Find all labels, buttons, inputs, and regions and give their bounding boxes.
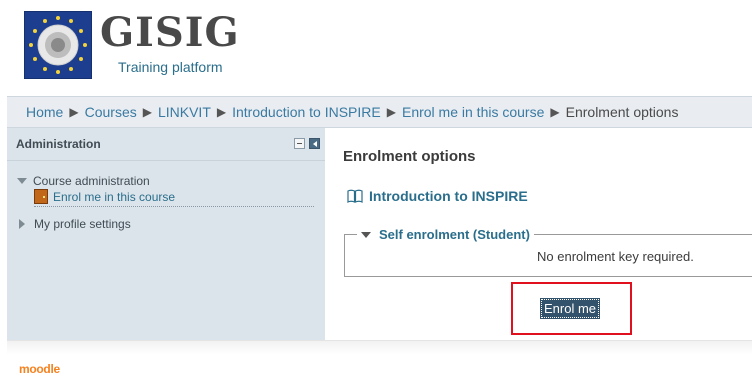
dock-block-icon[interactable] bbox=[309, 138, 320, 149]
administration-block: Administration Course administration Enr… bbox=[7, 128, 325, 340]
no-enrolment-key-text: No enrolment key required. bbox=[537, 249, 694, 264]
breadcrumb-separator-icon: ▶ bbox=[386, 105, 396, 119]
administration-header: Administration bbox=[7, 128, 325, 161]
footer-shade bbox=[7, 341, 752, 355]
breadcrumb-enrol[interactable]: Enrol me in this course bbox=[402, 104, 544, 120]
enrol-me-button[interactable]: Enrol me bbox=[539, 298, 601, 319]
breadcrumb: Home ▶ Courses ▶ LINKVIT ▶ Introduction … bbox=[7, 96, 752, 128]
self-enrolment-label: Self enrolment (Student) bbox=[379, 227, 530, 242]
course-link[interactable]: Introduction to INSPIRE bbox=[347, 188, 528, 204]
self-enrolment-fieldset: Self enrolment (Student) No enrolment ke… bbox=[344, 227, 752, 277]
breadcrumb-separator-icon: ▶ bbox=[550, 105, 560, 119]
door-icon bbox=[34, 189, 48, 204]
expanded-arrow-icon bbox=[17, 178, 27, 184]
page-title: Enrolment options bbox=[343, 148, 476, 165]
breadcrumb-current: Enrolment options bbox=[565, 104, 679, 120]
course-name[interactable]: Introduction to INSPIRE bbox=[369, 188, 528, 204]
collapsed-arrow-icon bbox=[19, 219, 25, 229]
gisig-logo-icon[interactable] bbox=[24, 11, 92, 79]
main-content: Enrolment options Introduction to INSPIR… bbox=[325, 128, 752, 340]
self-enrolment-legend[interactable]: Self enrolment (Student) bbox=[357, 227, 534, 242]
breadcrumb-course[interactable]: Introduction to INSPIRE bbox=[232, 104, 381, 120]
breadcrumb-home[interactable]: Home bbox=[26, 104, 63, 120]
site-name: GISIG bbox=[100, 9, 240, 56]
site-header: GISIG Training platform bbox=[0, 0, 752, 90]
administration-title: Administration bbox=[16, 137, 101, 151]
course-administration-label: Course administration bbox=[33, 174, 150, 188]
enrol-me-link[interactable]: Enrol me in this course bbox=[53, 190, 175, 204]
breadcrumb-courses[interactable]: Courses bbox=[85, 104, 137, 120]
breadcrumb-separator-icon: ▶ bbox=[69, 105, 79, 119]
moodle-logo[interactable]: moodle bbox=[19, 362, 60, 376]
admin-tree: Course administration Enrol me in this c… bbox=[17, 173, 317, 232]
breadcrumb-separator-icon: ▶ bbox=[216, 105, 227, 119]
expanded-arrow-icon bbox=[361, 231, 371, 238]
book-icon bbox=[347, 189, 363, 203]
highlight-box: Enrol me bbox=[511, 282, 632, 335]
block-controls bbox=[294, 138, 320, 149]
course-administration-node[interactable]: Course administration bbox=[17, 173, 317, 189]
collapse-block-icon[interactable] bbox=[294, 138, 305, 149]
profile-settings-node[interactable]: My profile settings bbox=[17, 216, 317, 232]
enrol-me-link-row[interactable]: Enrol me in this course bbox=[34, 189, 314, 207]
profile-settings-label: My profile settings bbox=[34, 217, 131, 231]
site-subtitle: Training platform bbox=[118, 59, 223, 75]
breadcrumb-linkvit[interactable]: LINKVIT bbox=[158, 104, 211, 120]
breadcrumb-separator-icon: ▶ bbox=[142, 105, 152, 119]
